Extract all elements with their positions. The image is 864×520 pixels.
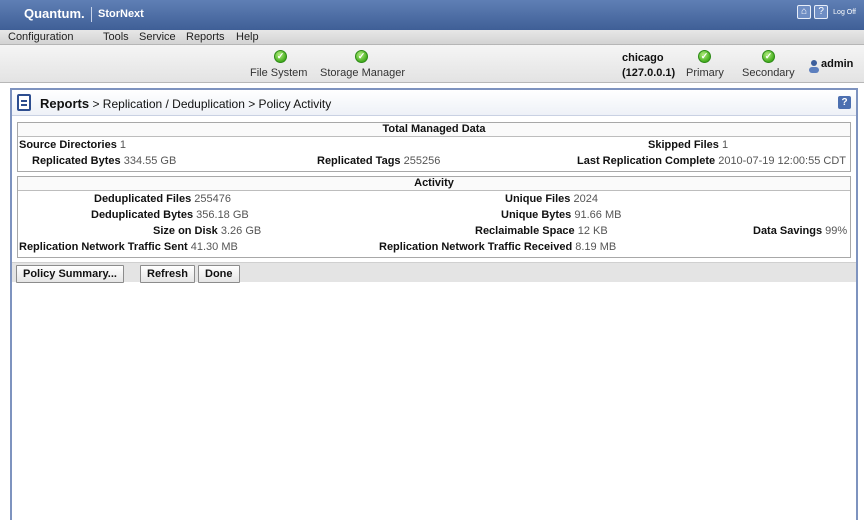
user-icon — [809, 60, 819, 73]
section-title: Total Managed Data — [18, 123, 850, 137]
host-name: chicago — [622, 52, 664, 64]
home-icon[interactable]: ⌂ — [797, 5, 812, 19]
menu-configuration[interactable]: Configuration — [8, 31, 73, 43]
replicated-bytes: Replicated Bytes 334.55 GB — [32, 155, 177, 167]
deduplicated-files: Deduplicated Files 255476 — [94, 193, 231, 205]
policy-summary-button[interactable]: Policy Summary... — [16, 265, 124, 283]
data-row: Deduplicated Bytes 356.18 GB Unique Byte… — [18, 207, 850, 223]
reclaimable-space: Reclaimable Space 12 KB — [475, 225, 608, 237]
data-row: Deduplicated Files 255476 Unique Files 2… — [18, 191, 850, 207]
logoff-link[interactable]: Log Off — [833, 9, 856, 16]
breadcrumb-root[interactable]: Reports — [40, 96, 89, 111]
breadcrumb-bar: Reports > Replication / Deduplication > … — [12, 90, 856, 116]
done-button[interactable]: Done — [198, 265, 240, 283]
host-ip: (127.0.0.1) — [622, 67, 676, 79]
data-row: Replicated Bytes 334.55 GB Replicated Ta… — [18, 153, 850, 169]
data-row: Source Directories 1 Skipped Files 1 — [18, 137, 850, 153]
top-icons: ⌂ ? Log Off — [797, 5, 856, 19]
report-icon — [17, 94, 31, 111]
activity-section: Activity Deduplicated Files 255476 Uniqu… — [17, 176, 851, 258]
replication-traffic-sent: Replication Network Traffic Sent 41.30 M… — [19, 241, 238, 253]
menu-service[interactable]: Service — [139, 31, 176, 43]
secondary-status-label[interactable]: Secondary — [742, 67, 795, 79]
storage-manager-status-label[interactable]: Storage Manager — [320, 67, 405, 79]
deduplicated-bytes: Deduplicated Bytes 356.18 GB — [91, 209, 249, 221]
data-savings: Data Savings 99% — [753, 225, 848, 237]
brand-divider — [91, 7, 92, 22]
page-help-icon[interactable]: ? — [838, 96, 851, 109]
breadcrumb-path: > Replication / Deduplication > Policy A… — [89, 97, 332, 111]
primary-status-label[interactable]: Primary — [686, 67, 724, 79]
main-panel: Reports > Replication / Deduplication > … — [10, 88, 858, 520]
data-row: Replication Network Traffic Sent 41.30 M… — [18, 239, 850, 255]
refresh-button[interactable]: Refresh — [140, 265, 195, 283]
menu-bar: Configuration Tools Service Reports Help — [0, 30, 864, 45]
skipped-files: Skipped Files 1 — [648, 139, 729, 151]
primary-status-icon: ✓ — [698, 50, 711, 63]
product-name: StorNext — [98, 8, 144, 20]
unique-files: Unique Files 2024 — [505, 193, 598, 205]
unique-bytes: Unique Bytes 91.66 MB — [501, 209, 622, 221]
menu-tools[interactable]: Tools — [103, 31, 129, 43]
last-replication-complete: Last Replication Complete 2010-07-19 12:… — [577, 155, 847, 167]
source-directories: Source Directories 1 — [19, 139, 127, 151]
data-row: Size on Disk 3.26 GB Reclaimable Space 1… — [18, 223, 850, 239]
brand-bar: Quantum. StorNext ⌂ ? Log Off — [0, 0, 864, 30]
secondary-status-icon: ✓ — [762, 50, 775, 63]
help-icon[interactable]: ? — [814, 5, 829, 19]
size-on-disk: Size on Disk 3.26 GB — [153, 225, 262, 237]
status-bar: ✓ File System ✓ Storage Manager chicago … — [0, 45, 864, 83]
file-system-status-icon: ✓ — [274, 50, 287, 63]
file-system-status-label[interactable]: File System — [250, 67, 307, 79]
button-bar: Policy Summary... Refresh Done — [12, 262, 856, 283]
storage-manager-status-icon: ✓ — [355, 50, 368, 63]
replication-traffic-received: Replication Network Traffic Received 8.1… — [379, 241, 617, 253]
replicated-tags: Replicated Tags 255256 — [317, 155, 441, 167]
current-user[interactable]: admin — [821, 58, 853, 70]
brand-logo: Quantum. — [24, 6, 85, 21]
menu-help[interactable]: Help — [236, 31, 259, 43]
menu-reports[interactable]: Reports — [186, 31, 225, 43]
total-managed-data-section: Total Managed Data Source Directories 1 … — [17, 122, 851, 172]
breadcrumb: Reports > Replication / Deduplication > … — [40, 96, 331, 111]
section-title: Activity — [18, 177, 850, 191]
